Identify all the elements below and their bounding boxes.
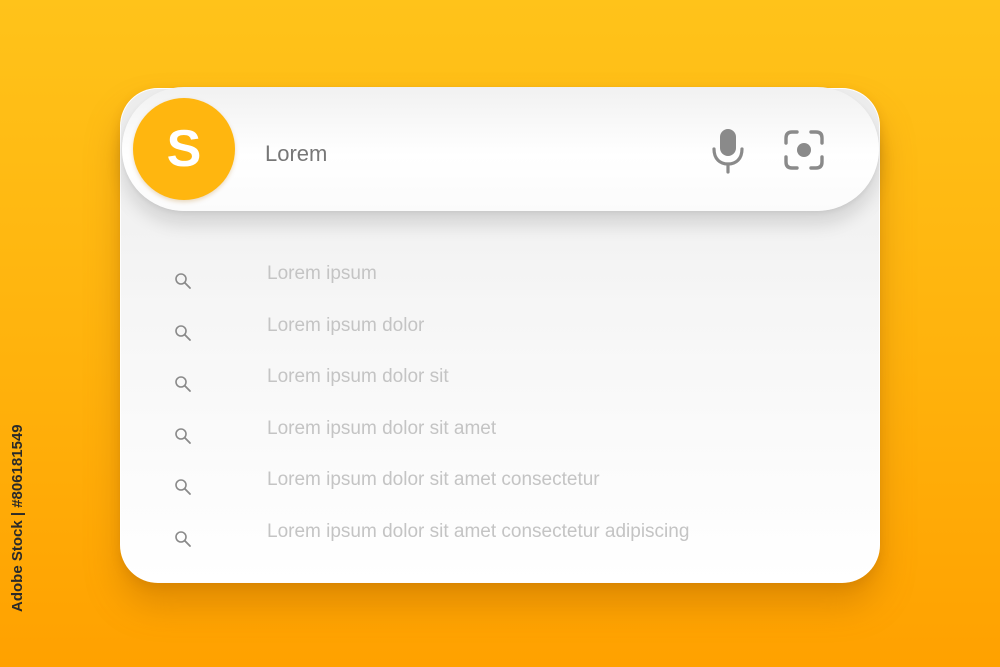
search-icon (175, 376, 191, 393)
suggestion-item[interactable]: Lorem ipsum dolor sit amet consectetur (170, 462, 830, 514)
suggestion-text: Lorem ipsum dolor sit (267, 366, 449, 388)
suggestion-item[interactable]: Lorem ipsum (170, 256, 830, 308)
search-input[interactable]: Lorem (265, 138, 665, 170)
suggestion-item[interactable]: Lorem ipsum dolor (170, 308, 830, 360)
suggestion-item[interactable]: Lorem ipsum dolor sit amet (170, 411, 830, 463)
microphone-icon (712, 129, 744, 174)
camera-scan-icon (784, 130, 824, 170)
search-icon (175, 427, 191, 444)
suggestion-item[interactable]: Lorem ipsum dolor sit (170, 359, 830, 411)
stock-watermark: Adobe Stock | #806181549 (9, 424, 26, 612)
suggestion-text: Lorem ipsum dolor sit amet (267, 417, 497, 439)
suggestion-list: Lorem ipsum Lorem ipsum dolor Lorem ipsu… (170, 256, 830, 566)
suggestion-text: Lorem ipsum dolor sit amet consectetur a… (267, 520, 690, 542)
search-icon (175, 273, 191, 289)
search-icon (175, 531, 191, 547)
brand-logo: S (133, 98, 235, 200)
suggestion-text: Lorem ipsum dolor (267, 314, 425, 336)
voice-search-button[interactable] (706, 126, 750, 174)
suggestion-item[interactable]: Lorem ipsum dolor sit amet consectetur a… (170, 514, 830, 566)
suggestion-text: Lorem ipsum (267, 263, 377, 284)
image-search-button[interactable] (782, 128, 826, 172)
search-icon (175, 324, 191, 341)
search-icon (175, 479, 191, 496)
suggestion-text: Lorem ipsum dolor sit amet consectetur (267, 469, 600, 491)
